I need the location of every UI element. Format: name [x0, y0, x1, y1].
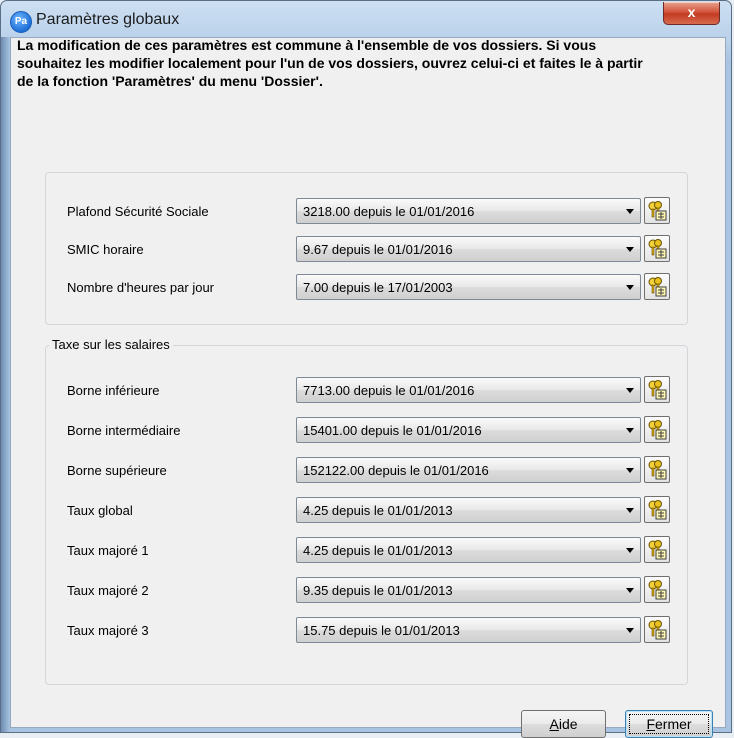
- chevron-down-icon[interactable]: [626, 428, 634, 433]
- edit-param-button[interactable]: [644, 456, 670, 483]
- param-dropdown[interactable]: 15.75 depuis le 01/01/2013: [296, 617, 641, 643]
- param-label: Borne supérieure: [67, 463, 167, 478]
- param-dropdown-value: 4.25 depuis le 01/01/2013: [303, 503, 453, 518]
- param-dropdown[interactable]: 7713.00 depuis le 01/01/2016: [296, 377, 641, 403]
- param-row: Nombre d'heures par jour 7.00 depuis le 1…: [46, 273, 687, 303]
- fermer-button[interactable]: Fermer: [625, 710, 713, 738]
- close-button[interactable]: x: [663, 2, 720, 25]
- taxe-salaires-group: Taxe sur les salaires Borne inférieure 77…: [45, 337, 688, 685]
- edit-param-button[interactable]: [644, 496, 670, 523]
- param-dropdown-value: 9.67 depuis le 01/01/2016: [303, 242, 453, 257]
- edit-param-button[interactable]: [644, 416, 670, 443]
- param-label: Taux majoré 2: [67, 583, 149, 598]
- chevron-down-icon[interactable]: [626, 468, 634, 473]
- chevron-down-icon[interactable]: [626, 548, 634, 553]
- edit-param-button[interactable]: [644, 536, 670, 563]
- param-dropdown-value: 15.75 depuis le 01/01/2013: [303, 623, 460, 638]
- aide-button[interactable]: Aide: [521, 710, 606, 738]
- edit-param-button[interactable]: [644, 235, 670, 262]
- chevron-down-icon[interactable]: [626, 628, 634, 633]
- param-dropdown[interactable]: 152122.00 depuis le 01/01/2016: [296, 457, 641, 483]
- close-icon: x: [687, 4, 696, 20]
- param-row: Borne inférieure 7713.00 depuis le 01/01/…: [46, 376, 687, 406]
- chevron-down-icon[interactable]: [626, 388, 634, 393]
- param-row: Borne intermédiaire 15401.00 depuis le 01…: [46, 416, 687, 446]
- chevron-down-icon[interactable]: [626, 588, 634, 593]
- chevron-down-icon[interactable]: [626, 247, 634, 252]
- param-label: Borne intermédiaire: [67, 423, 181, 438]
- param-label: Plafond Sécurité Sociale: [67, 204, 209, 219]
- edit-param-button[interactable]: [644, 376, 670, 403]
- param-row: Taux majoré 1 4.25 depuis le 01/01/2013: [46, 536, 687, 566]
- param-label: Nombre d'heures par jour: [67, 280, 214, 295]
- edit-param-button[interactable]: [644, 576, 670, 603]
- param-row: Taux global 4.25 depuis le 01/01/2013: [46, 496, 687, 526]
- title-bar[interactable]: Pa Paramètres globaux x: [1, 1, 731, 37]
- param-dropdown[interactable]: 3218.00 depuis le 01/01/2016: [296, 198, 641, 224]
- param-dropdown-value: 15401.00 depuis le 01/01/2016: [303, 423, 482, 438]
- param-dropdown-value: 3218.00 depuis le 01/01/2016: [303, 204, 475, 219]
- app-icon: Pa: [10, 11, 32, 33]
- param-dropdown-value: 7713.00 depuis le 01/01/2016: [303, 383, 475, 398]
- param-dropdown[interactable]: 4.25 depuis le 01/01/2013: [296, 537, 641, 563]
- window-title: Paramètres globaux: [36, 11, 180, 28]
- edit-param-button[interactable]: [644, 197, 670, 224]
- general-params-group: Plafond Sécurité Sociale 3218.00 depuis l…: [45, 172, 688, 325]
- param-label: Borne inférieure: [67, 383, 160, 398]
- param-row: Taux majoré 2 9.35 depuis le 01/01/2013: [46, 576, 687, 606]
- chevron-down-icon[interactable]: [626, 508, 634, 513]
- param-dropdown-value: 152122.00 depuis le 01/01/2016: [303, 463, 489, 478]
- param-dropdown-value: 9.35 depuis le 01/01/2013: [303, 583, 453, 598]
- param-row: Taux majoré 3 15.75 depuis le 01/01/2013: [46, 616, 687, 646]
- param-dropdown[interactable]: 7.00 depuis le 17/01/2003: [296, 274, 641, 300]
- param-label: SMIC horaire: [67, 242, 144, 257]
- param-label: Taux majoré 3: [67, 623, 149, 638]
- param-row: SMIC horaire 9.67 depuis le 01/01/2016: [46, 235, 687, 265]
- param-dropdown[interactable]: 9.35 depuis le 01/01/2013: [296, 577, 641, 603]
- param-row: Plafond Sécurité Sociale 3218.00 depuis l…: [46, 197, 687, 227]
- param-dropdown[interactable]: 9.67 depuis le 01/01/2016: [296, 236, 641, 262]
- param-dropdown[interactable]: 15401.00 depuis le 01/01/2016: [296, 417, 641, 443]
- aide-label: ide: [558, 716, 578, 732]
- param-row: Borne supérieure 152122.00 depuis le 01/0…: [46, 456, 687, 486]
- intro-text: La modification de ces paramètres est co…: [17, 37, 643, 89]
- param-dropdown-value: 4.25 depuis le 01/01/2013: [303, 543, 453, 558]
- edit-param-button[interactable]: [644, 616, 670, 643]
- param-label: Taux global: [67, 503, 133, 518]
- focus-rect: [629, 714, 709, 734]
- edit-param-button[interactable]: [644, 273, 670, 300]
- chevron-down-icon[interactable]: [626, 285, 634, 290]
- taxe-salaires-legend: Taxe sur les salaires: [49, 337, 173, 352]
- param-dropdown-value: 7.00 depuis le 17/01/2003: [303, 280, 453, 295]
- chevron-down-icon[interactable]: [626, 209, 634, 214]
- param-dropdown[interactable]: 4.25 depuis le 01/01/2013: [296, 497, 641, 523]
- param-label: Taux majoré 1: [67, 543, 149, 558]
- window-border: [1, 37, 10, 732]
- aide-mnemonic: A: [549, 716, 559, 732]
